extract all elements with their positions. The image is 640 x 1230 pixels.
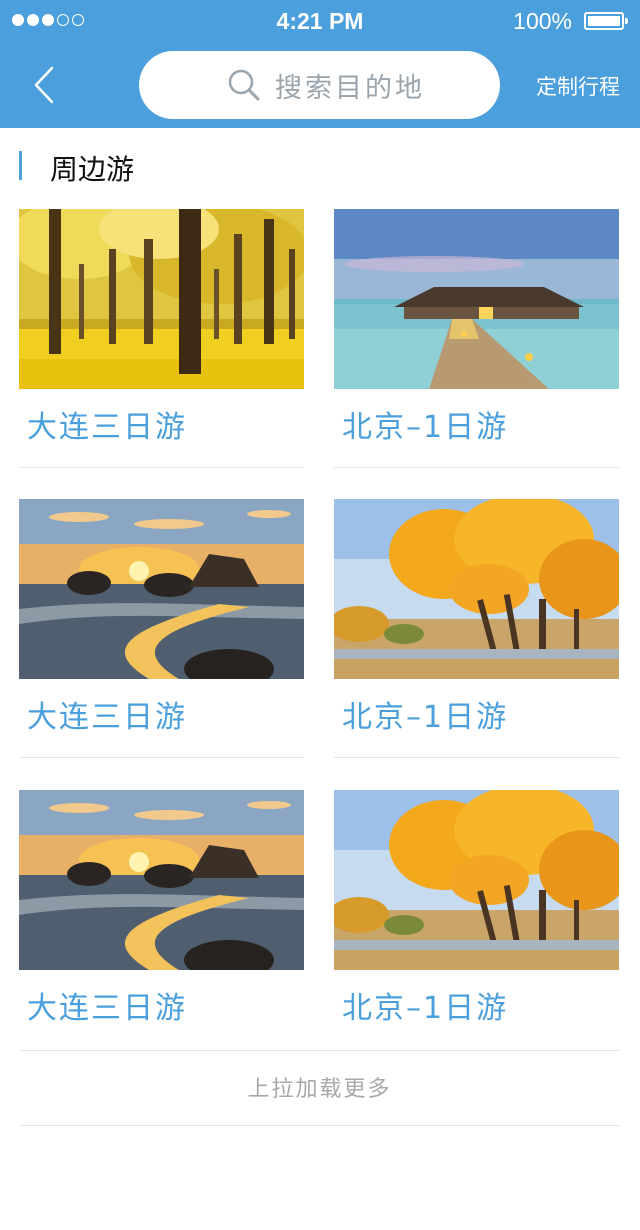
- trip-card[interactable]: 大连三日游: [19, 209, 304, 469]
- section-accent-bar: [19, 151, 22, 180]
- status-bar: 4:21 PM 100%: [0, 0, 640, 44]
- section-title: 周边游: [50, 153, 135, 186]
- card-image-poplar: [334, 790, 619, 970]
- card-title: 大连三日游: [27, 700, 187, 735]
- trip-card[interactable]: 北京–1日游: [334, 499, 619, 759]
- search-placeholder: 搜索目的地: [275, 73, 425, 104]
- nav-header: 4:21 PM 100% 搜索目的地 定制行程: [0, 0, 640, 128]
- trip-card[interactable]: 北京–1日游: [334, 209, 619, 469]
- card-title: 大连三日游: [27, 410, 187, 445]
- card-title: 北京–1日游: [342, 700, 509, 735]
- back-button[interactable]: [22, 60, 72, 110]
- chevron-left-icon: [34, 66, 54, 104]
- custom-trip-link[interactable]: 定制行程: [536, 71, 620, 101]
- card-image-poplar: [334, 499, 619, 679]
- card-image-forest: [19, 209, 304, 389]
- card-divider: [334, 467, 619, 468]
- trip-card[interactable]: 北京–1日游: [334, 790, 619, 1050]
- card-image-beach: [19, 499, 304, 679]
- card-divider: [19, 757, 304, 758]
- card-image-villa: [334, 209, 619, 389]
- trip-card[interactable]: 大连三日游: [19, 499, 304, 759]
- card-title: 北京–1日游: [342, 991, 509, 1026]
- battery-percent: 100%: [513, 8, 572, 34]
- load-more[interactable]: 上拉加载更多: [19, 1050, 620, 1126]
- card-title: 大连三日游: [27, 991, 187, 1026]
- card-divider: [19, 467, 304, 468]
- search-input[interactable]: 搜索目的地: [139, 51, 500, 119]
- load-more-label: 上拉加载更多: [247, 1077, 392, 1102]
- trip-card[interactable]: 大连三日游: [19, 790, 304, 1050]
- card-divider: [334, 757, 619, 758]
- card-title: 北京–1日游: [342, 410, 509, 445]
- search-icon: [228, 69, 260, 101]
- card-image-beach: [19, 790, 304, 970]
- battery-icon: [584, 12, 628, 30]
